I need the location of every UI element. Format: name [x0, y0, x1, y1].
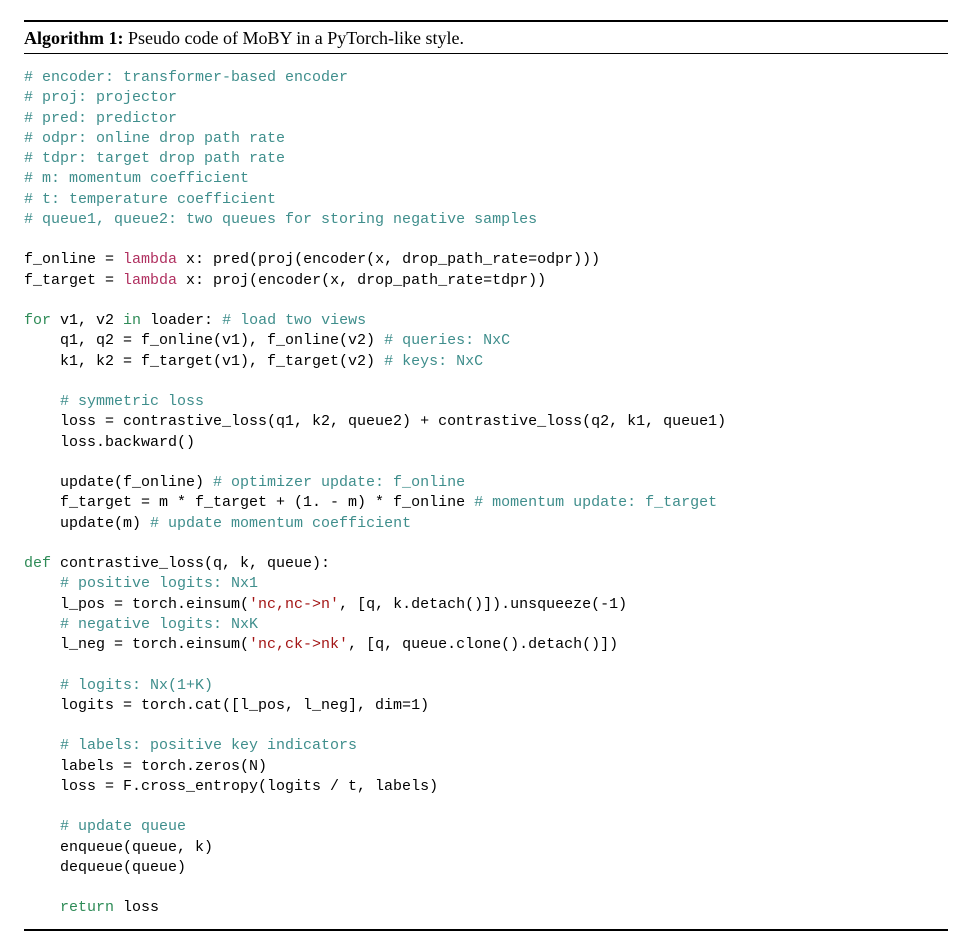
comment-queries: # queries: NxC [384, 332, 510, 349]
algorithm-title-row: Algorithm 1: Pseudo code of MoBY in a Py… [24, 22, 948, 54]
keyword-for: for [24, 312, 51, 329]
code-line: update(m) [24, 515, 150, 532]
comment-t: # t: temperature coefficient [24, 191, 276, 208]
code-line: x: proj(encoder(x, drop_path_rate=tdpr)) [177, 272, 546, 289]
keyword-lambda: lambda [123, 251, 177, 268]
code-line: l_pos = torch.einsum( [24, 596, 249, 613]
keyword-return: return [60, 899, 114, 916]
comment-momupdate: # momentum update: f_target [474, 494, 717, 511]
comment-updatequeue: # update queue [24, 818, 186, 835]
code-line: l_neg = torch.einsum( [24, 636, 249, 653]
code-line: , [q, queue.clone().detach()]) [348, 636, 618, 653]
comment-neglogits: # negative logits: NxK [24, 616, 258, 633]
string-literal: 'nc,ck->nk' [249, 636, 348, 653]
code-line: v1, v2 [51, 312, 123, 329]
code-line: loss [114, 899, 159, 916]
algorithm-block: Algorithm 1: Pseudo code of MoBY in a Py… [24, 20, 948, 931]
code-line: f_target = m * f_target + (1. - m) * f_o… [24, 494, 474, 511]
code-line: f_target = [24, 272, 123, 289]
comment-logits: # logits: Nx(1+K) [24, 677, 213, 694]
comment-keys: # keys: NxC [384, 353, 483, 370]
code-line: loss = F.cross_entropy(logits / t, label… [24, 778, 438, 795]
comment-encoder: # encoder: transformer-based encoder [24, 69, 348, 86]
code-line: dequeue(queue) [24, 859, 186, 876]
comment-tdpr: # tdpr: target drop path rate [24, 150, 285, 167]
comment-odpr: # odpr: online drop path rate [24, 130, 285, 147]
code-line: contrastive_loss(q, k, queue): [51, 555, 330, 572]
string-literal: 'nc,nc->n' [249, 596, 339, 613]
keyword-in: in [123, 312, 141, 329]
code-line: labels = torch.zeros(N) [24, 758, 267, 775]
code-line: f_online = [24, 251, 123, 268]
code-line: loss = contrastive_loss(q1, k2, queue2) … [24, 413, 726, 430]
code-line [24, 899, 60, 916]
comment-m: # m: momentum coefficient [24, 170, 249, 187]
algorithm-caption: Pseudo code of MoBY in a PyTorch-like st… [128, 28, 464, 48]
comment-symloss: # symmetric loss [24, 393, 204, 410]
code-line: logits = torch.cat([l_pos, l_neg], dim=1… [24, 697, 429, 714]
code-line: x: pred(proj(encoder(x, drop_path_rate=o… [177, 251, 600, 268]
code-line: loader: [141, 312, 222, 329]
code-line: loss.backward() [24, 434, 195, 451]
comment-loadviews: # load two views [222, 312, 366, 329]
comment-queues: # queue1, queue2: two queues for storing… [24, 211, 537, 228]
code-line: enqueue(queue, k) [24, 839, 213, 856]
code-line: , [q, k.detach()]).unsqueeze(-1) [339, 596, 627, 613]
comment-proj: # proj: projector [24, 89, 177, 106]
comment-pred: # pred: predictor [24, 110, 177, 127]
code-line: k1, k2 = f_target(v1), f_target(v2) [24, 353, 384, 370]
comment-labels: # labels: positive key indicators [24, 737, 357, 754]
algorithm-body: # encoder: transformer-based encoder # p… [24, 54, 948, 929]
comment-updatem: # update momentum coefficient [150, 515, 411, 532]
algorithm-label: Algorithm 1: [24, 28, 123, 48]
keyword-lambda: lambda [123, 272, 177, 289]
pseudocode: # encoder: transformer-based encoder # p… [24, 68, 948, 919]
comment-poslogits: # positive logits: Nx1 [24, 575, 258, 592]
code-line: update(f_online) [24, 474, 213, 491]
comment-optupdate: # optimizer update: f_online [213, 474, 465, 491]
code-line: q1, q2 = f_online(v1), f_online(v2) [24, 332, 384, 349]
keyword-def: def [24, 555, 51, 572]
